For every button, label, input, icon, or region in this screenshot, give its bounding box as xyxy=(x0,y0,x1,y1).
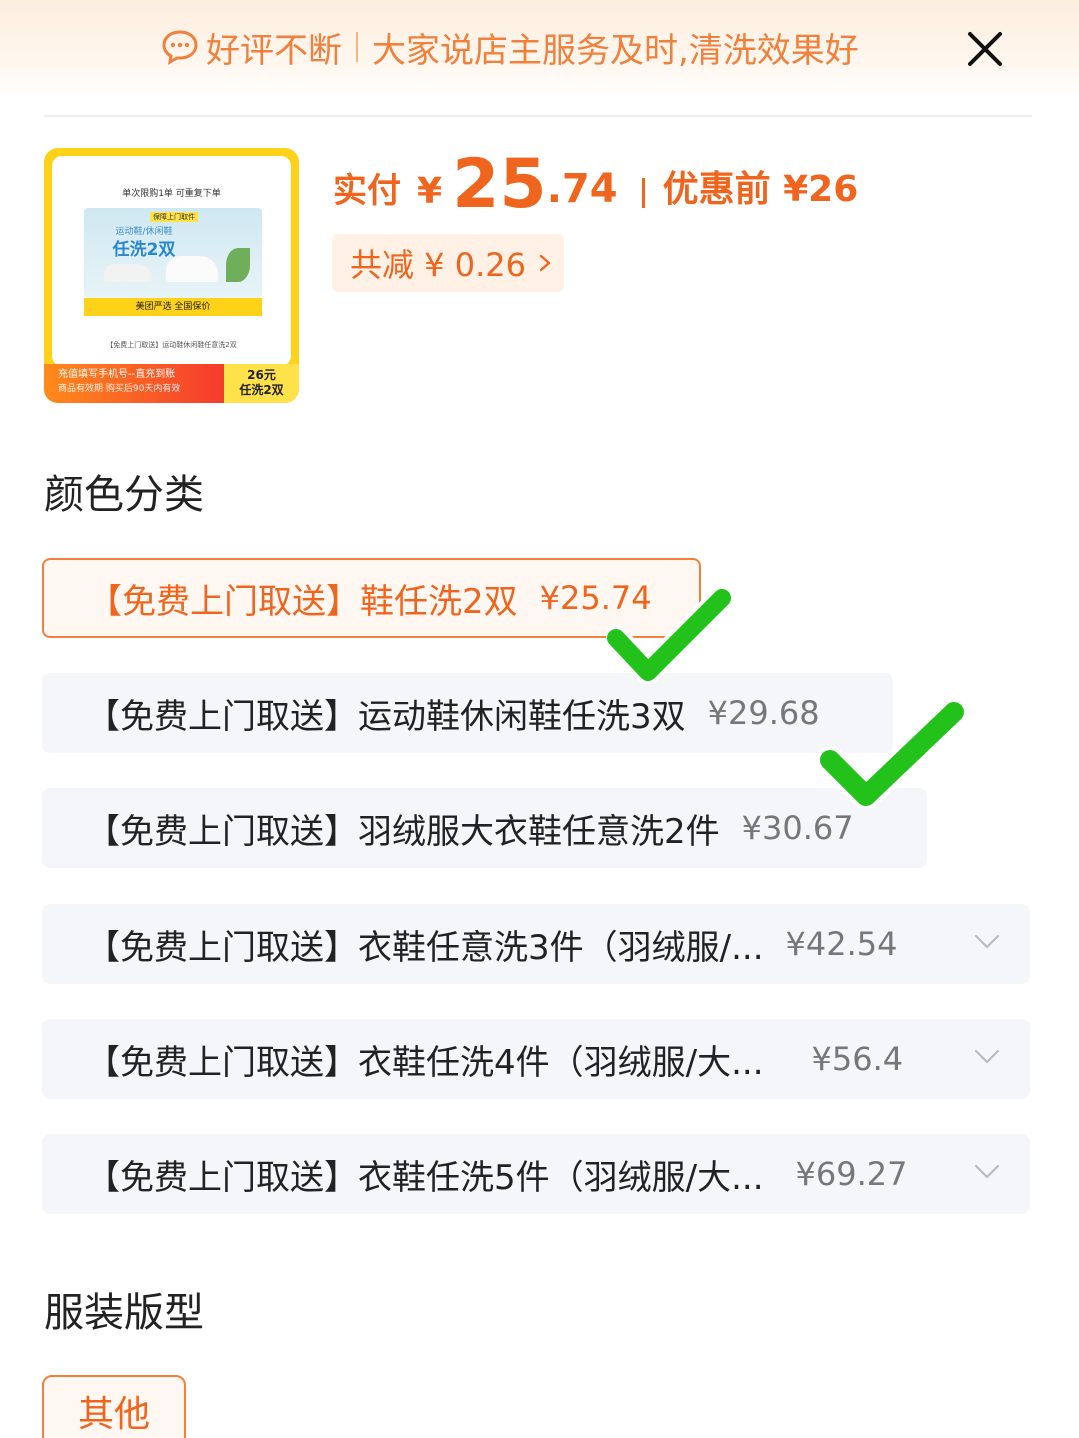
option-price: ¥56.4 xyxy=(811,1040,904,1078)
checkmark-icon xyxy=(606,588,732,684)
section-title-style: 服装版型 xyxy=(44,1290,204,1336)
option-item[interactable]: 【免费上门取送】鞋任洗2双 ¥25.74 xyxy=(42,558,701,638)
chevron-down-icon[interactable] xyxy=(974,934,1000,950)
option-name: 【免费上门取送】衣鞋任意洗3件（羽绒服/... xyxy=(86,927,764,968)
shoe-image xyxy=(104,264,152,282)
review-divider xyxy=(356,32,358,62)
pay-price-decimal: .74 xyxy=(546,166,618,212)
pay-label: 实付 xyxy=(333,171,401,211)
checkmark-icon xyxy=(818,700,966,808)
thumbnail-card: 单次限购1单 可重复下单 保障上门取件 运动鞋/休闲鞋 任洗2双 美团严选 全国… xyxy=(52,156,291,366)
thumbnail-strip: 美团严选 全国保价 xyxy=(84,298,262,316)
option-name: 【免费上门取送】衣鞋任洗4件（羽绒服/大... xyxy=(86,1042,764,1083)
chat-bubble-icon xyxy=(162,30,198,65)
option-name: 【免费上门取送】运动鞋休闲鞋任洗3双 xyxy=(86,696,686,737)
option-item[interactable]: 【免费上门取送】衣鞋任意洗3件（羽绒服/... ¥42.54 xyxy=(42,904,1030,984)
pay-price-integer: 25 xyxy=(452,145,547,224)
thumbnail-caption: 【免费上门取送】运动鞋休闲鞋任意洗2双 xyxy=(106,341,237,349)
original-price: 优惠前 ¥26 xyxy=(662,169,859,210)
option-price: ¥30.67 xyxy=(741,809,854,847)
option-name: 【免费上门取送】鞋任洗2双 xyxy=(88,581,518,622)
chevron-down-icon[interactable] xyxy=(974,1164,1000,1180)
header-divider xyxy=(44,115,1032,117)
thumbnail-banner: 保障上门取件 运动鞋/休闲鞋 任洗2双 xyxy=(84,208,262,298)
product-thumbnail[interactable]: 单次限购1单 可重复下单 保障上门取件 运动鞋/休闲鞋 任洗2双 美团严选 全国… xyxy=(44,148,299,403)
option-item[interactable]: 【免费上门取送】运动鞋休闲鞋任洗3双 ¥29.68 xyxy=(42,673,893,753)
option-price: ¥42.54 xyxy=(785,925,898,963)
review-banner: 好评不断 大家说店主服务及时,清洗效果好 xyxy=(0,0,1079,100)
review-tag: 好评不断 xyxy=(206,30,342,71)
discount-label: 共减 ¥ 0.26 xyxy=(350,246,526,284)
thumbnail-footer-price: 26元 xyxy=(247,368,276,382)
option-price: ¥69.27 xyxy=(795,1155,908,1193)
option-item[interactable]: 【免费上门取送】羽绒服大衣鞋任意洗2件 ¥30.67 xyxy=(42,788,927,868)
discount-detail-button[interactable]: 共减 ¥ 0.26 xyxy=(332,234,564,292)
thumbnail-footer-info: 充值填写手机号--直充到账 商品有效期 购买后90天内有效 xyxy=(44,364,224,403)
section-title-color: 颜色分类 xyxy=(44,472,204,518)
chevron-right-icon xyxy=(539,254,551,272)
option-item[interactable]: 【免费上门取送】衣鞋任洗5件（羽绒服/大... ¥69.27 xyxy=(42,1134,1030,1214)
review-summary: 好评不断 大家说店主服务及时,清洗效果好 xyxy=(160,22,859,72)
thumbnail-limit-text: 单次限购1单 可重复下单 xyxy=(122,189,221,199)
price-summary: 实付 ¥ 25 .74 优惠前 ¥26 xyxy=(333,140,858,224)
chevron-down-icon[interactable] xyxy=(974,1049,1000,1065)
thumbnail-footer-line2: 商品有效期 购买后90天内有效 xyxy=(58,384,181,394)
option-item[interactable]: 【免费上门取送】衣鞋任洗4件（羽绒服/大... ¥56.4 xyxy=(42,1019,1030,1099)
option-price: ¥29.68 xyxy=(707,694,820,732)
option-name: 【免费上门取送】羽绒服大衣鞋任意洗2件 xyxy=(86,811,720,852)
thumbnail-footer-deal-text: 任洗2双 xyxy=(239,383,284,397)
style-option-other[interactable]: 其他 xyxy=(42,1375,186,1438)
thumbnail-footer-line1: 充值填写手机号--直充到账 xyxy=(58,369,176,380)
thumbnail-tag: 保障上门取件 xyxy=(150,212,198,222)
thumbnail-footer-deal: 26元 任洗2双 xyxy=(224,364,299,403)
review-text: 大家说店主服务及时,清洗效果好 xyxy=(372,30,859,71)
close-icon[interactable] xyxy=(962,26,1008,72)
currency-symbol: ¥ xyxy=(417,171,443,212)
price-divider xyxy=(641,178,645,208)
option-name: 【免费上门取送】衣鞋任洗5件（羽绒服/大... xyxy=(86,1157,764,1198)
shoe-image xyxy=(166,256,218,282)
leaf-image xyxy=(226,248,250,282)
